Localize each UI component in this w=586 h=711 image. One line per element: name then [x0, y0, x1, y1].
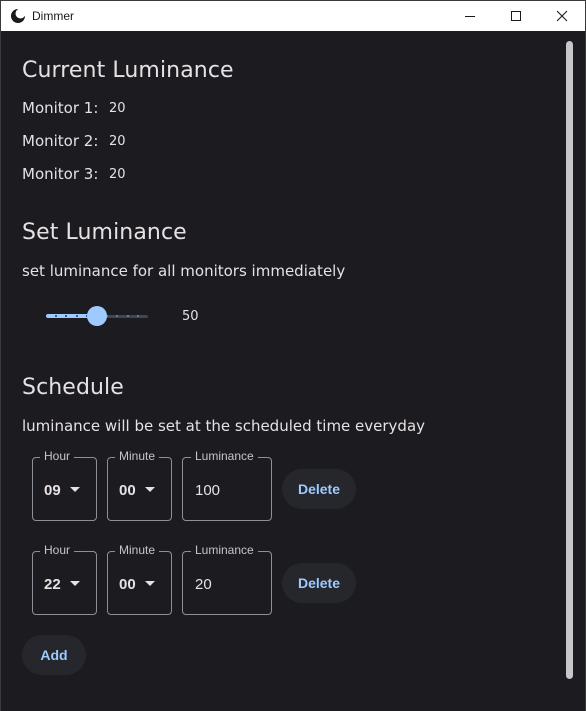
- monitor-3-label: Monitor 3:: [22, 165, 99, 183]
- chevron-down-icon: [70, 487, 80, 492]
- minute-dropdown[interactable]: Minute 00: [107, 543, 172, 615]
- luminance-slider[interactable]: [45, 305, 149, 329]
- minute-value: 00: [119, 482, 136, 499]
- set-luminance-heading: Set Luminance: [22, 220, 187, 245]
- maximize-icon: [511, 11, 521, 21]
- minute-label: Minute: [115, 449, 160, 463]
- schedule-heading: Schedule: [22, 375, 124, 400]
- luminance-value: 100: [195, 482, 221, 499]
- slider-tick: [136, 315, 139, 317]
- hour-value: 09: [44, 482, 61, 499]
- minimize-icon: [465, 16, 475, 17]
- delete-button[interactable]: Delete: [282, 563, 356, 603]
- current-luminance-heading: Current Luminance: [22, 58, 234, 83]
- hour-label: Hour: [40, 449, 75, 463]
- add-button[interactable]: Add: [22, 635, 86, 675]
- luminance-label: Luminance: [191, 449, 258, 463]
- luminance-field[interactable]: Luminance 20: [182, 543, 272, 615]
- slider-thumb[interactable]: [87, 306, 107, 326]
- luminance-value: 20: [195, 576, 212, 593]
- main-content: Current Luminance Monitor 1: 20 Monitor …: [1, 31, 585, 711]
- monitor-2-value: 20: [109, 134, 126, 149]
- hour-value: 22: [44, 576, 61, 593]
- vertical-scrollbar[interactable]: [566, 41, 573, 679]
- minute-label: Minute: [115, 543, 160, 557]
- chevron-down-icon: [145, 581, 155, 586]
- minute-value: 00: [119, 576, 136, 593]
- chevron-down-icon: [145, 487, 155, 492]
- slider-tick: [126, 315, 129, 317]
- monitor-2-label: Monitor 2:: [22, 132, 99, 150]
- close-button[interactable]: [539, 1, 585, 31]
- title-bar[interactable]: Dimmer: [1, 1, 585, 31]
- window-title: Dimmer: [32, 9, 74, 23]
- monitor-1-label: Monitor 1:: [22, 99, 99, 117]
- luminance-label: Luminance: [191, 543, 258, 557]
- schedule-description: luminance will be set at the scheduled t…: [22, 417, 426, 435]
- delete-button[interactable]: Delete: [282, 469, 356, 509]
- luminance-field[interactable]: Luminance 100: [182, 449, 272, 521]
- moon-icon: [10, 8, 26, 24]
- hour-label: Hour: [40, 543, 75, 557]
- slider-tick: [75, 315, 78, 317]
- hour-dropdown[interactable]: Hour 09: [32, 449, 97, 521]
- minute-dropdown[interactable]: Minute 00: [107, 449, 172, 521]
- maximize-button[interactable]: [493, 1, 539, 31]
- slider-value: 50: [182, 309, 199, 324]
- set-luminance-description: set luminance for all monitors immediate…: [22, 262, 346, 280]
- app-window: Dimmer Current Luminance Monitor 1: 20 M…: [0, 0, 586, 711]
- close-icon: [556, 10, 568, 22]
- monitor-1-value: 20: [109, 101, 126, 116]
- minimize-button[interactable]: [447, 1, 493, 31]
- hour-dropdown[interactable]: Hour 22: [32, 543, 97, 615]
- monitor-3-value: 20: [109, 167, 126, 182]
- chevron-down-icon: [70, 581, 80, 586]
